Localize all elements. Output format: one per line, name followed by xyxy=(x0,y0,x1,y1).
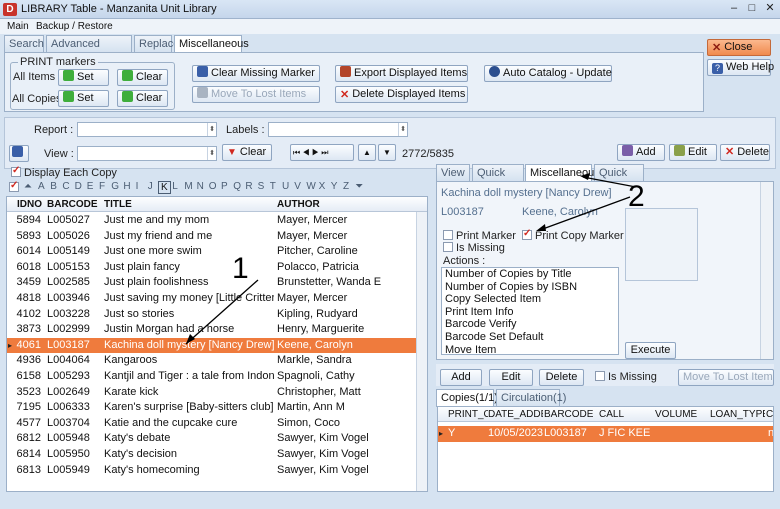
arrow-2b-line xyxy=(582,176,637,188)
annotation-arrows xyxy=(185,173,637,345)
arrow-1-line xyxy=(185,279,259,345)
arrow-2a-head xyxy=(536,224,546,231)
arrow-1-head xyxy=(186,334,195,344)
arrow-2a-line xyxy=(539,196,631,231)
arrow-2b-head xyxy=(580,173,590,180)
